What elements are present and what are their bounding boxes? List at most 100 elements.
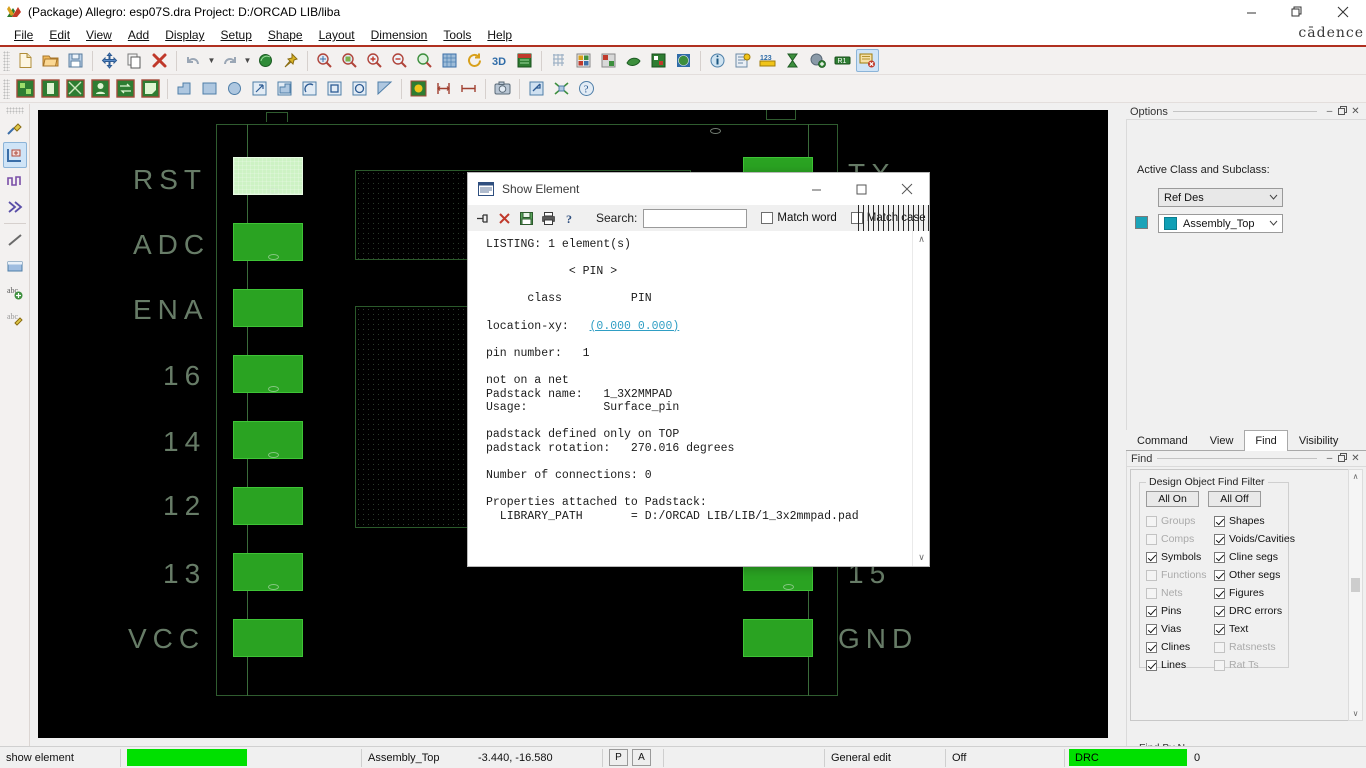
- redraw-icon[interactable]: [463, 49, 486, 72]
- menu-view[interactable]: View: [78, 26, 120, 44]
- active-class-dropdown[interactable]: Ref Des: [1158, 188, 1283, 207]
- pin-icon[interactable]: [279, 49, 302, 72]
- symbol-icon[interactable]: [64, 77, 87, 100]
- hourglass-icon[interactable]: [781, 49, 804, 72]
- left-toolbar-grip[interactable]: [5, 107, 24, 114]
- measure-icon[interactable]: 123: [756, 49, 779, 72]
- color-palette-icon[interactable]: [572, 49, 595, 72]
- match-case-checkbox-box[interactable]: [850, 212, 863, 224]
- add-arrow-icon[interactable]: [3, 194, 27, 220]
- filter-ratsnests[interactable]: Ratsnests: [1214, 641, 1276, 653]
- window-maximize-button[interactable]: [1274, 0, 1320, 24]
- undo-icon[interactable]: [182, 49, 205, 72]
- filter-ratsnests-checkbox[interactable]: [1214, 641, 1225, 653]
- shape-rect-icon[interactable]: [198, 77, 221, 100]
- filter-lines-checkbox[interactable]: [1146, 659, 1157, 671]
- filter-groups-checkbox[interactable]: [1146, 515, 1157, 527]
- match-word-checkbox-box[interactable]: [761, 212, 774, 224]
- shape-path-icon[interactable]: [248, 77, 271, 100]
- menu-help[interactable]: Help: [479, 26, 520, 44]
- copy-icon[interactable]: [123, 49, 146, 72]
- clear-icon[interactable]: [494, 208, 515, 228]
- filter-clines[interactable]: Clines: [1146, 641, 1190, 653]
- menu-layout[interactable]: Layout: [311, 26, 363, 44]
- add-connect-icon[interactable]: [806, 49, 829, 72]
- filter-figures[interactable]: Figures: [1214, 587, 1264, 599]
- label-icon[interactable]: [139, 77, 162, 100]
- find-close-button[interactable]: ✕: [1349, 453, 1362, 464]
- redo-dropdown-icon[interactable]: ▼: [242, 49, 253, 72]
- flip-design-icon[interactable]: [513, 49, 536, 72]
- shape-corner-icon[interactable]: [373, 77, 396, 100]
- scroll-up-arrow-icon[interactable]: ∧: [913, 231, 929, 248]
- window-minimize-button[interactable]: [1228, 0, 1274, 24]
- filter-other-segs-checkbox[interactable]: [1214, 569, 1225, 581]
- filter-cline-segs[interactable]: Cline segs: [1214, 551, 1278, 563]
- help-query-icon[interactable]: ?: [575, 77, 598, 100]
- find-restore-button[interactable]: [1336, 452, 1349, 465]
- menu-display[interactable]: Display: [157, 26, 212, 44]
- filter-symbols[interactable]: Symbols: [1146, 551, 1201, 563]
- draw-line-icon[interactable]: [3, 227, 27, 253]
- pad-12[interactable]: [233, 487, 303, 525]
- shape-polygon-icon[interactable]: [173, 77, 196, 100]
- angle-mode-button[interactable]: A: [632, 749, 651, 766]
- draw-rectangle-icon[interactable]: [3, 253, 27, 279]
- all-on-button[interactable]: All On: [1146, 491, 1199, 507]
- all-off-button[interactable]: All Off: [1208, 491, 1261, 507]
- add-text-icon[interactable]: abc: [3, 279, 27, 305]
- menu-file[interactable]: File: [6, 26, 41, 44]
- filter-comps-checkbox[interactable]: [1146, 533, 1157, 545]
- filter-drc-errors-checkbox[interactable]: [1214, 605, 1225, 617]
- filter-text-checkbox[interactable]: [1214, 623, 1225, 635]
- filter-rat-ts[interactable]: Rat Ts: [1214, 659, 1259, 671]
- filter-rat-ts-checkbox[interactable]: [1214, 659, 1225, 671]
- print-icon[interactable]: [538, 208, 559, 228]
- swap-icon[interactable]: [114, 77, 137, 100]
- menu-add[interactable]: Add: [120, 26, 157, 44]
- zoom-world-icon[interactable]: [438, 49, 461, 72]
- pick-mode-button[interactable]: P: [609, 749, 628, 766]
- show-element-info-icon[interactable]: [706, 49, 729, 72]
- delete-icon[interactable]: [148, 49, 171, 72]
- subclass-icon[interactable]: [597, 49, 620, 72]
- find-scroll-up-icon[interactable]: ∧: [1349, 470, 1362, 483]
- options-restore-button[interactable]: [1336, 105, 1349, 118]
- show-element-dialog[interactable]: Show Element ? Search: Match word Match …: [467, 172, 930, 567]
- filter-nets-checkbox[interactable]: [1146, 587, 1157, 599]
- find-scroll-down-icon[interactable]: ∨: [1349, 707, 1362, 720]
- filter-cline-segs-checkbox[interactable]: [1214, 551, 1225, 563]
- match-case-checkbox[interactable]: Match case: [850, 212, 926, 224]
- pad-gnd[interactable]: [743, 619, 813, 657]
- filter-symbols-checkbox[interactable]: [1146, 551, 1157, 563]
- search-input[interactable]: [643, 208, 748, 228]
- pad-edit-icon[interactable]: [14, 77, 37, 100]
- net-name-icon[interactable]: R1: [831, 49, 854, 72]
- copy-layer-icon[interactable]: [525, 77, 548, 100]
- menu-edit[interactable]: Edit: [41, 26, 78, 44]
- shape-circle-icon[interactable]: [223, 77, 246, 100]
- undo-dropdown-icon[interactable]: ▼: [206, 49, 217, 72]
- new-icon[interactable]: [14, 49, 37, 72]
- report-icon[interactable]: [731, 49, 754, 72]
- property-icon[interactable]: [254, 49, 277, 72]
- filter-functions[interactable]: Functions: [1146, 569, 1207, 581]
- dimension-linear-icon[interactable]: [457, 77, 480, 100]
- zoom-out-icon[interactable]: [388, 49, 411, 72]
- move-icon[interactable]: [98, 49, 121, 72]
- layer-icon[interactable]: [647, 49, 670, 72]
- find-minimize-button[interactable]: –: [1323, 453, 1336, 464]
- filter-functions-checkbox[interactable]: [1146, 569, 1157, 581]
- grid-toggle-icon[interactable]: [547, 49, 570, 72]
- filter-pins-checkbox[interactable]: [1146, 605, 1157, 617]
- filter-voids-checkbox[interactable]: [1214, 533, 1225, 545]
- filter-nets[interactable]: Nets: [1146, 587, 1183, 599]
- menu-dimension[interactable]: Dimension: [363, 26, 436, 44]
- dialog-close-button[interactable]: [884, 173, 929, 205]
- filter-shapes-checkbox[interactable]: [1214, 515, 1225, 527]
- open-icon[interactable]: [39, 49, 62, 72]
- add-zigzag-icon[interactable]: [3, 168, 27, 194]
- shape-edit-icon[interactable]: [622, 49, 645, 72]
- filter-drc-errors[interactable]: DRC errors: [1214, 605, 1282, 617]
- subclass-visibility-swatch[interactable]: [1135, 216, 1148, 229]
